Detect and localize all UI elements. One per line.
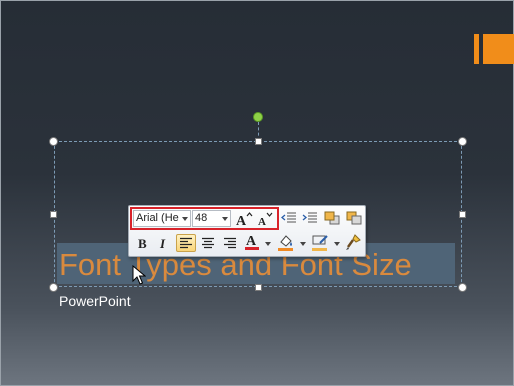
accent-bar [483, 34, 514, 64]
align-left-button[interactable] [176, 234, 196, 252]
font-color-button[interactable]: A [242, 233, 262, 251]
slide-canvas[interactable]: Font Types and Font Size PowerPoint Aria… [0, 0, 514, 386]
format-painter-button[interactable] [343, 233, 363, 251]
center-button[interactable] [198, 234, 218, 252]
bold-icon: B [138, 236, 147, 250]
resize-handle-bottom[interactable] [255, 284, 262, 291]
align-right-icon [224, 237, 236, 249]
shrink-font-icon: A [258, 212, 273, 227]
decrease-indent-icon [281, 212, 296, 223]
font-name-combo[interactable]: Arial (He [133, 210, 191, 227]
decrease-indent-button[interactable] [279, 209, 299, 227]
chevron-down-icon[interactable] [265, 242, 271, 246]
grow-font-button[interactable]: A [234, 210, 254, 228]
mouse-pointer-icon [132, 265, 146, 285]
svg-text:I: I [159, 236, 166, 250]
grow-font-icon: A [236, 212, 253, 227]
increase-indent-icon [302, 212, 317, 223]
chevron-down-icon[interactable] [182, 217, 188, 221]
font-size-value: 48 [195, 212, 208, 224]
accent-bar [474, 34, 479, 64]
rotation-handle[interactable] [253, 112, 263, 122]
svg-text:A: A [246, 234, 257, 249]
align-center-icon [202, 237, 214, 249]
shape-outline-button[interactable] [310, 233, 330, 251]
send-backward-button[interactable] [344, 209, 364, 227]
resize-handle-top-left[interactable] [49, 137, 58, 146]
italic-button[interactable]: I [153, 234, 173, 252]
mini-toolbar: Arial (He 48 A A B I A [128, 205, 366, 257]
font-size-combo[interactable]: 48 [192, 210, 231, 227]
font-name-value: Arial (He [136, 212, 179, 224]
italic-icon: I [159, 236, 166, 250]
svg-text:B: B [138, 236, 147, 250]
chevron-down-icon[interactable] [300, 242, 306, 246]
svg-text:A: A [258, 216, 266, 227]
bring-forward-icon [324, 211, 340, 225]
resize-handle-bottom-left[interactable] [49, 283, 58, 292]
paint-bucket-icon [278, 235, 293, 251]
send-backward-icon [346, 211, 362, 225]
align-left-icon [180, 237, 192, 249]
bring-forward-button[interactable] [322, 209, 342, 227]
resize-handle-right[interactable] [459, 211, 466, 218]
chevron-down-icon[interactable] [334, 242, 340, 246]
pen-outline-icon [312, 235, 328, 251]
resize-handle-left[interactable] [50, 211, 57, 218]
paintbrush-icon [346, 234, 361, 250]
shrink-font-button[interactable]: A [255, 210, 275, 228]
resize-handle-top-right[interactable] [458, 137, 467, 146]
shape-fill-button[interactable] [276, 233, 296, 251]
align-right-button[interactable] [220, 234, 240, 252]
increase-indent-button[interactable] [300, 209, 320, 227]
svg-text:A: A [236, 214, 247, 227]
chevron-down-icon[interactable] [222, 217, 228, 221]
resize-handle-top[interactable] [255, 138, 262, 145]
slide-caption: PowerPoint [59, 293, 131, 309]
font-color-icon: A [245, 234, 259, 250]
resize-handle-bottom-right[interactable] [458, 283, 467, 292]
bold-button[interactable]: B [132, 234, 152, 252]
